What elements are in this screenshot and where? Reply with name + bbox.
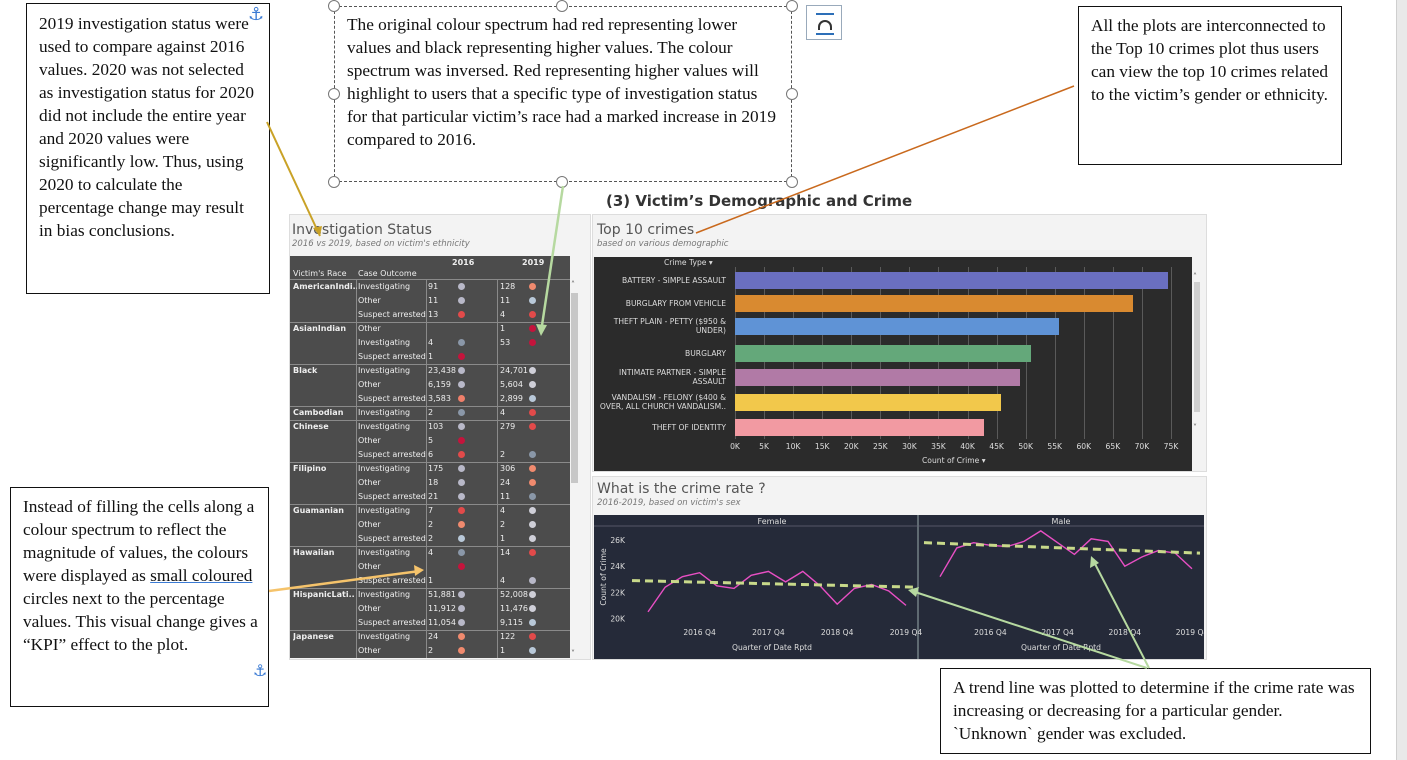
- annotation-arrows: [266, 85, 1150, 669]
- arrow-colour: [539, 185, 565, 333]
- arrow-trend-male: [1092, 559, 1150, 669]
- arrowhead: [1090, 556, 1099, 568]
- arrow-trend-female: [911, 590, 1148, 669]
- arrowhead: [536, 324, 547, 336]
- arrowhead: [908, 587, 919, 597]
- arrow-kpi: [268, 569, 421, 593]
- arrow-interconnected: [695, 85, 1075, 234]
- arrowhead: [414, 565, 424, 576]
- arrow-investigation: [266, 121, 321, 237]
- arrowhead: [313, 226, 322, 236]
